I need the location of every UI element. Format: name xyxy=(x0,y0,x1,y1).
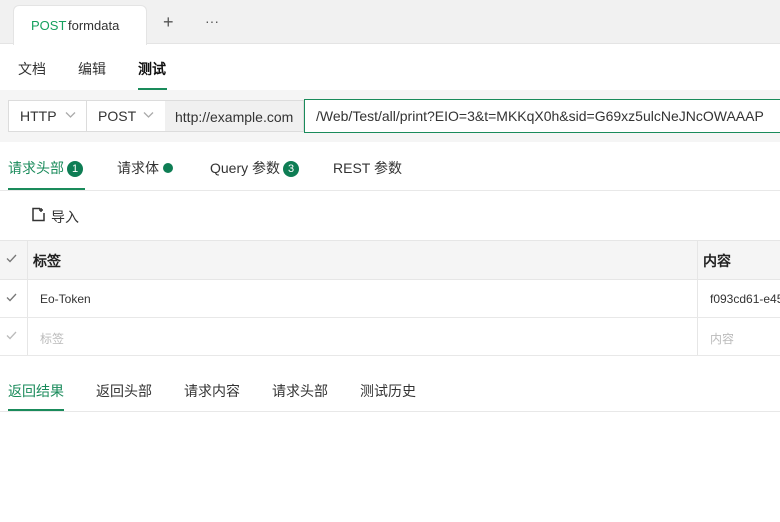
subnav-edit[interactable]: 编辑 xyxy=(78,59,106,79)
header-key-cell[interactable]: Eo-Token xyxy=(40,292,91,306)
row-checkbox[interactable] xyxy=(4,329,19,344)
body-status-dot xyxy=(163,163,173,173)
new-value-input[interactable]: 内容 xyxy=(710,330,734,347)
column-header-value: 内容 xyxy=(703,253,731,269)
document-tab-name: formdata xyxy=(68,18,120,33)
import-icon[interactable] xyxy=(31,207,46,222)
document-tab[interactable]: POST formdata xyxy=(13,5,147,45)
header-value-cell[interactable]: f093cd61-e45 xyxy=(710,292,780,306)
tab-test-history[interactable]: 测试历史 xyxy=(360,381,416,401)
tab-request-body[interactable]: 请求体 xyxy=(117,158,173,178)
tab-query-params[interactable]: Query 参数 3 xyxy=(210,158,300,178)
protocol-select[interactable]: HTTP xyxy=(8,100,87,132)
headers-count-badge: 1 xyxy=(67,161,83,177)
tab-request-content[interactable]: 请求内容 xyxy=(184,381,240,401)
tab-rest-params[interactable]: REST 参数 xyxy=(333,158,402,178)
tab-request-headers-sent[interactable]: 请求头部 xyxy=(272,381,328,401)
tab-response-result[interactable]: 返回结果 xyxy=(8,381,64,401)
subnav-test[interactable]: 测试 xyxy=(138,59,166,79)
table-row-empty xyxy=(0,318,780,356)
subnav-docs[interactable]: 文档 xyxy=(18,59,46,79)
chevron-down-icon xyxy=(143,109,154,123)
query-count-badge: 3 xyxy=(283,161,300,177)
host-text: http://example.com xyxy=(175,109,294,125)
host-prefix: http://example.com xyxy=(165,100,304,132)
select-all-checkbox[interactable] xyxy=(4,252,19,267)
table-header xyxy=(0,240,780,280)
more-icon[interactable]: ··· xyxy=(205,13,219,29)
tab-query-params-label: Query 参数 xyxy=(210,160,281,176)
document-tab-method: POST xyxy=(31,18,67,33)
table-row xyxy=(0,280,780,318)
method-value: POST xyxy=(98,108,137,124)
divider xyxy=(0,411,780,412)
import-button[interactable]: 导入 xyxy=(51,207,79,227)
new-key-input[interactable]: 标签 xyxy=(40,330,64,347)
tab-request-body-label: 请求体 xyxy=(117,160,159,176)
protocol-value: HTTP xyxy=(20,108,57,124)
column-header-label: 标签 xyxy=(33,253,61,269)
tab-response-headers[interactable]: 返回头部 xyxy=(96,381,152,401)
tab-request-headers[interactable]: 请求头部 1 xyxy=(8,158,83,178)
row-checkbox[interactable] xyxy=(4,291,19,306)
url-path-input[interactable] xyxy=(304,99,780,133)
method-select[interactable]: POST xyxy=(86,100,166,132)
divider xyxy=(0,190,780,191)
plus-icon[interactable]: + xyxy=(163,12,174,33)
chevron-down-icon xyxy=(65,109,76,123)
tab-request-headers-label: 请求头部 xyxy=(8,160,64,176)
